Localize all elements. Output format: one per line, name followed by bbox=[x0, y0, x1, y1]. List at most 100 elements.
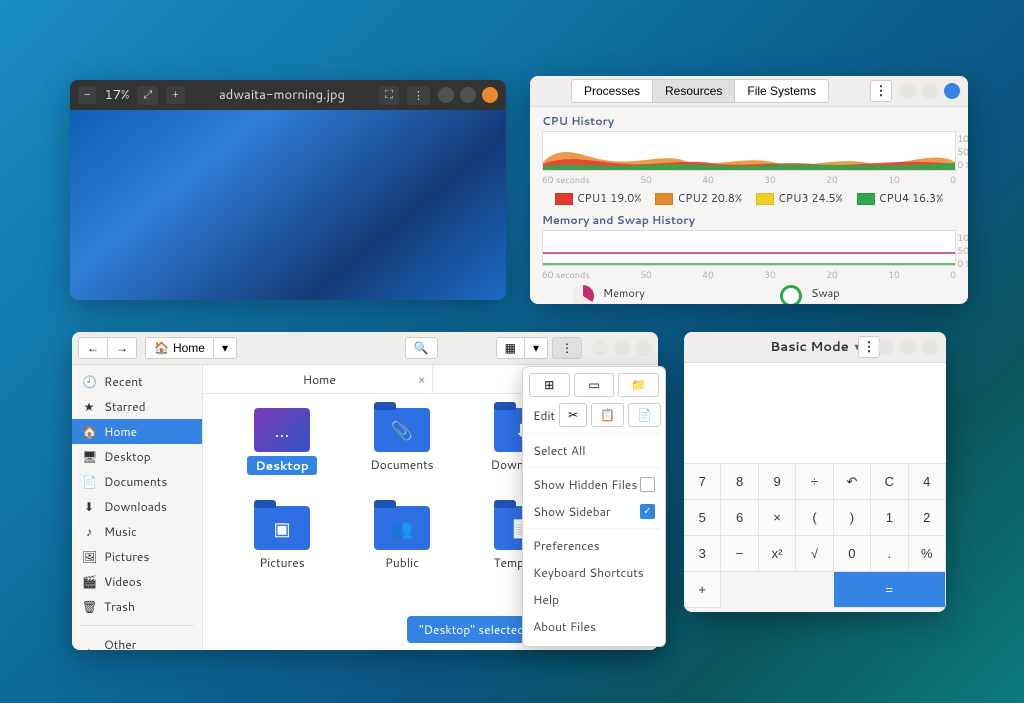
sidebar-item-other-locations[interactable]: ＋Other Locations bbox=[72, 632, 202, 650]
calc-key-C[interactable]: C bbox=[871, 464, 908, 500]
close-button[interactable] bbox=[922, 339, 938, 355]
select-all-item[interactable]: Select All bbox=[529, 437, 659, 464]
sidebar-item-home[interactable]: 🏠Home bbox=[72, 419, 202, 444]
sidebar-item-documents[interactable]: 📄Documents bbox=[72, 469, 202, 494]
swap-donut-icon bbox=[780, 285, 802, 304]
folder-documents[interactable]: 📎Documents bbox=[347, 408, 457, 498]
sidebar-item-trash[interactable]: 🗑Trash bbox=[72, 594, 202, 619]
folder-icon: … bbox=[254, 408, 310, 452]
checkbox-checked-icon[interactable] bbox=[640, 504, 655, 519]
calc-key-=[interactable]: = bbox=[834, 572, 946, 608]
close-button[interactable] bbox=[636, 340, 652, 356]
calc-key-8[interactable]: 8 bbox=[721, 464, 758, 500]
sidebar-item-pictures[interactable]: 🖼Pictures bbox=[72, 544, 202, 569]
new-window-button[interactable]: ▭ bbox=[574, 373, 615, 397]
edit-label: Edit bbox=[529, 407, 555, 424]
calc-key-0[interactable]: 0 bbox=[834, 536, 871, 572]
back-button[interactable]: ← bbox=[78, 337, 108, 359]
calc-key-x²[interactable]: x² bbox=[759, 536, 796, 572]
tab-processes[interactable]: Processes bbox=[572, 80, 653, 102]
cpu-legend-item: CPU2 20.8% bbox=[655, 190, 742, 206]
cpu-chart: 100 %50 %0 % bbox=[542, 131, 956, 171]
folder-icon: 👥 bbox=[374, 506, 430, 550]
sidebar-item-recent[interactable]: 🕘Recent bbox=[72, 369, 202, 394]
menu-button[interactable]: ⋮ bbox=[552, 337, 582, 359]
maximize-button[interactable] bbox=[614, 340, 630, 356]
search-button[interactable]: 🔍 bbox=[405, 337, 438, 359]
menu-button[interactable]: ⋮ bbox=[858, 336, 880, 358]
calc-key-÷[interactable]: ÷ bbox=[796, 464, 833, 500]
menu-button[interactable]: ⋮ bbox=[407, 86, 430, 105]
sidebar-item-music[interactable]: ♪Music bbox=[72, 519, 202, 544]
zoom-level: 17% bbox=[104, 86, 129, 104]
calc-key-1[interactable]: 1 bbox=[871, 500, 908, 536]
show-hidden-item[interactable]: Show Hidden Files bbox=[529, 471, 659, 498]
view-icons-button[interactable]: ▦ bbox=[496, 337, 525, 359]
tab-file-systems[interactable]: File Systems bbox=[735, 80, 828, 102]
calc-key-.[interactable]: . bbox=[871, 536, 908, 572]
cpu-legend-item: CPU1 19.0% bbox=[555, 190, 642, 206]
cut-button[interactable]: ✂ bbox=[559, 403, 587, 427]
path-dropdown-button[interactable]: ▾ bbox=[214, 337, 237, 359]
calc-key-)[interactable]: ) bbox=[834, 500, 871, 536]
sidebar-item-starred[interactable]: ★Starred bbox=[72, 394, 202, 419]
close-tab-icon[interactable]: × bbox=[418, 371, 426, 388]
calc-key-−[interactable]: − bbox=[721, 536, 758, 572]
maximize-button[interactable] bbox=[922, 83, 938, 99]
calc-display[interactable] bbox=[684, 363, 946, 464]
minimize-button[interactable] bbox=[592, 340, 608, 356]
close-button[interactable] bbox=[482, 87, 498, 103]
view-dropdown-button[interactable]: ▾ bbox=[525, 337, 548, 359]
calc-key-7[interactable]: 7 bbox=[684, 464, 721, 500]
new-folder-button[interactable]: 📁 bbox=[618, 373, 659, 397]
minimize-button[interactable] bbox=[438, 87, 454, 103]
tab-resources[interactable]: Resources bbox=[653, 80, 735, 102]
forward-button[interactable]: → bbox=[108, 337, 137, 359]
checkbox-icon[interactable] bbox=[640, 477, 655, 492]
documents-icon: 📄 bbox=[82, 473, 96, 490]
folder-public[interactable]: 👥Public bbox=[347, 506, 457, 596]
new-tab-button[interactable]: ⊞ bbox=[529, 373, 570, 397]
path-home-button[interactable]: 🏠 Home bbox=[145, 337, 214, 359]
preferences-item[interactable]: Preferences bbox=[529, 532, 659, 559]
folder-desktop[interactable]: …Desktop bbox=[227, 408, 337, 498]
calc-key-5[interactable]: 5 bbox=[684, 500, 721, 536]
cpu-x-axis: 60 seconds50403020100 bbox=[542, 173, 956, 186]
maximize-button[interactable] bbox=[460, 87, 476, 103]
recent-icon: 🕘 bbox=[82, 373, 96, 390]
calc-key-×[interactable]: × bbox=[759, 500, 796, 536]
memory-summary: Memory 1.9 GiB (33.5%) of 5.7 GiB Cache … bbox=[542, 281, 956, 304]
calc-key-6[interactable]: 6 bbox=[721, 500, 758, 536]
copy-button[interactable]: 📋 bbox=[591, 403, 624, 427]
paste-button[interactable]: 📄 bbox=[628, 403, 661, 427]
sidebar-item-downloads[interactable]: ⬇Downloads bbox=[72, 494, 202, 519]
calc-key-9[interactable]: 9 bbox=[759, 464, 796, 500]
calc-key-↶[interactable]: ↶ bbox=[834, 464, 871, 500]
calc-key-2[interactable]: 2 bbox=[909, 500, 946, 536]
fullscreen-button[interactable]: ⛶ bbox=[379, 86, 399, 105]
calc-key-√[interactable]: √ bbox=[796, 536, 833, 572]
sidebar-item-desktop[interactable]: 🖥Desktop bbox=[72, 444, 202, 469]
about-files-item[interactable]: About Files bbox=[529, 613, 659, 640]
zoom-fit-button[interactable]: ⤢ bbox=[137, 86, 158, 105]
folder-icon: ▣ bbox=[254, 506, 310, 550]
calc-key-%[interactable]: % bbox=[909, 536, 946, 572]
calc-key-4[interactable]: 4 bbox=[909, 464, 946, 500]
calc-key-+[interactable]: + bbox=[684, 572, 721, 608]
folder-pictures[interactable]: ▣Pictures bbox=[227, 506, 337, 596]
minimize-button[interactable] bbox=[878, 339, 894, 355]
keyboard-shortcuts-item[interactable]: Keyboard Shortcuts bbox=[529, 559, 659, 586]
minimize-button[interactable] bbox=[900, 83, 916, 99]
calc-mode-dropdown[interactable]: Basic Mode bbox=[770, 338, 860, 356]
zoom-in-button[interactable]: + bbox=[166, 86, 184, 104]
maximize-button[interactable] bbox=[900, 339, 916, 355]
show-sidebar-item[interactable]: Show Sidebar bbox=[529, 498, 659, 525]
help-item[interactable]: Help bbox=[529, 586, 659, 613]
close-button[interactable] bbox=[944, 83, 960, 99]
tab-home[interactable]: Home× bbox=[207, 365, 433, 393]
calc-key-([interactable]: ( bbox=[796, 500, 833, 536]
calc-key-3[interactable]: 3 bbox=[684, 536, 721, 572]
menu-button[interactable]: ⋮ bbox=[870, 80, 892, 102]
zoom-out-button[interactable]: − bbox=[78, 86, 96, 104]
sidebar-item-videos[interactable]: 🎬Videos bbox=[72, 569, 202, 594]
